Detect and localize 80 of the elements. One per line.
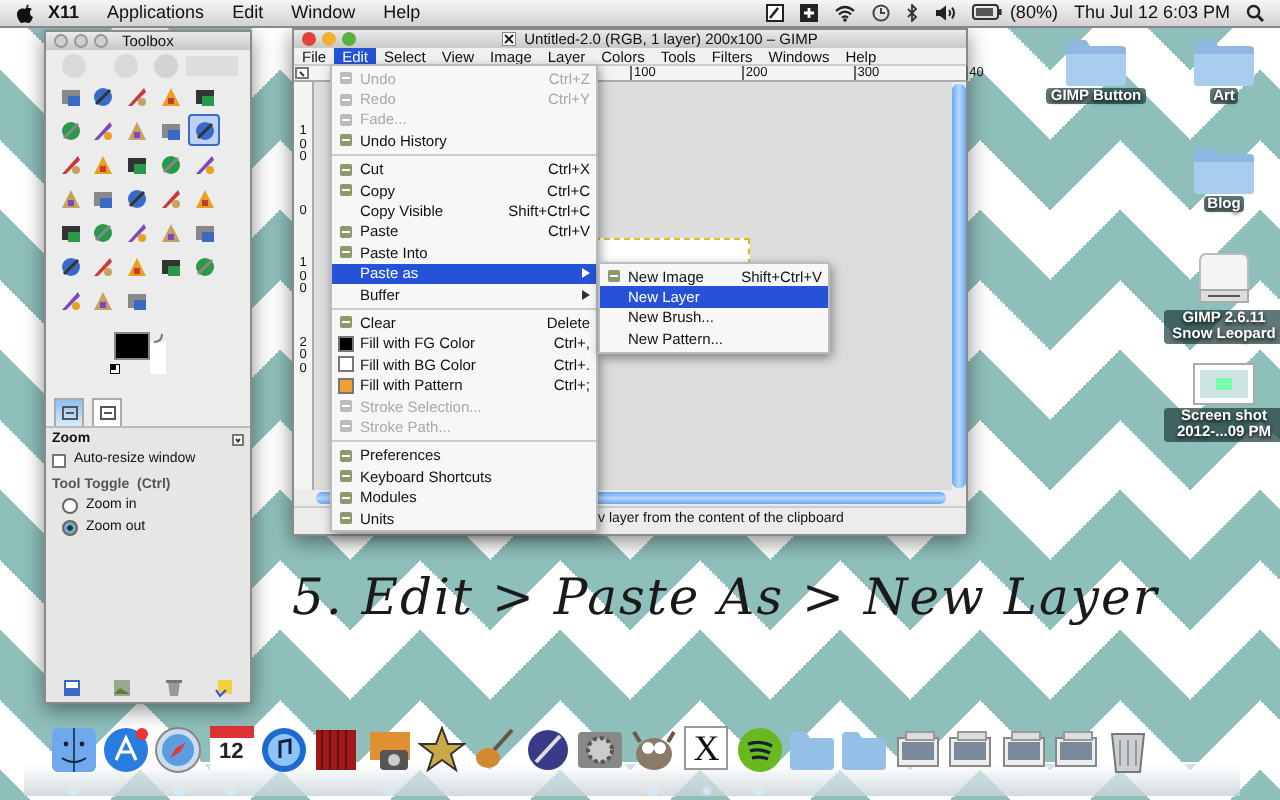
clock-icon[interactable] [871,3,890,22]
clock[interactable]: Thu Jul 12 6:03 PM [1073,2,1230,24]
tool-icon [92,153,115,175]
tool-icon [59,187,81,209]
menu-bar-item[interactable]: Help [369,2,435,24]
camera-icon[interactable] [365,726,414,774]
panel-menu-icon[interactable] [232,434,244,447]
background-color-swatch[interactable] [150,342,166,374]
tool-icon [126,85,149,107]
tool-icon [126,255,149,277]
tool-icon [92,85,115,107]
mascot-icon[interactable] [629,726,678,774]
star-icon[interactable] [418,726,467,774]
tool-icon [92,187,115,209]
options-icon [61,406,77,420]
app-store-icon[interactable] [101,726,150,774]
tool-icon [92,289,115,311]
reset-colors-icon[interactable] [110,364,120,374]
menu-bar-item[interactable]: Applications [93,2,219,24]
tool-icon [193,187,216,209]
screenshot-thumbnail-icon[interactable] [1192,360,1256,408]
tool-button[interactable] [188,114,221,146]
image-icon[interactable] [112,678,133,698]
volume-icon[interactable] [933,3,956,22]
wifi-icon[interactable] [833,3,856,22]
swap-colors-icon[interactable] [152,332,164,344]
face-icon[interactable] [49,726,97,774]
x-window-icon[interactable]: X [684,726,729,770]
panel-tab[interactable] [54,398,84,426]
tool-icon [159,187,182,209]
tool-icon [193,221,216,243]
tool-icon [193,153,216,175]
trash-icon[interactable] [163,678,184,698]
tool-icon [126,289,149,311]
tool-icon [59,289,81,311]
tool-icon [59,119,81,141]
music-note-icon[interactable] [260,726,309,774]
tool-icon [92,255,115,277]
tool-icon [126,221,149,243]
gear-icon[interactable] [576,726,625,774]
battery-percentage: (80%) [1009,2,1058,24]
tool-icon [193,85,216,107]
menu-bar-item[interactable]: Edit [218,2,278,24]
save-icon[interactable] [61,678,82,698]
tool-icon [159,85,182,107]
devices-icon [99,406,115,420]
box-icon[interactable] [799,3,818,22]
tool-icon [59,153,81,175]
tool-icon [193,119,216,141]
sound-waves-icon[interactable] [735,726,784,774]
reset-icon[interactable] [214,678,235,698]
navigate-icon[interactable] [294,66,314,82]
battery-icon [971,4,1002,21]
tool-icon [59,85,81,107]
close-button[interactable] [302,32,316,46]
app-menu[interactable]: X11 [34,2,94,24]
tool-icon [59,221,81,243]
menu-bar-item[interactable]: Window [277,2,370,24]
bluetooth-icon[interactable] [905,3,918,22]
vertical-scrollbar[interactable] [952,84,966,488]
tool-icon [159,153,182,175]
apple-icon[interactable] [16,3,34,23]
curtain-icon[interactable] [312,726,361,774]
foreground-color-swatch[interactable] [114,332,150,360]
pen-tablet-icon[interactable] [765,3,784,22]
tool-icon [159,255,182,277]
search-icon[interactable] [1246,3,1264,22]
tool-icon [126,119,149,141]
tool-icon [126,187,149,209]
pen-icon[interactable] [524,726,573,774]
tool-icon [92,221,115,243]
tool-icon [92,119,115,141]
tool-icon [126,153,149,175]
panel-tab[interactable] [92,398,122,426]
tool-icon [159,221,182,243]
tool-icon [59,255,81,277]
tool-icon [193,255,216,277]
calendar-icon[interactable]: 12 [209,726,254,770]
tool-icon [159,119,182,141]
compass-icon[interactable] [154,726,203,774]
